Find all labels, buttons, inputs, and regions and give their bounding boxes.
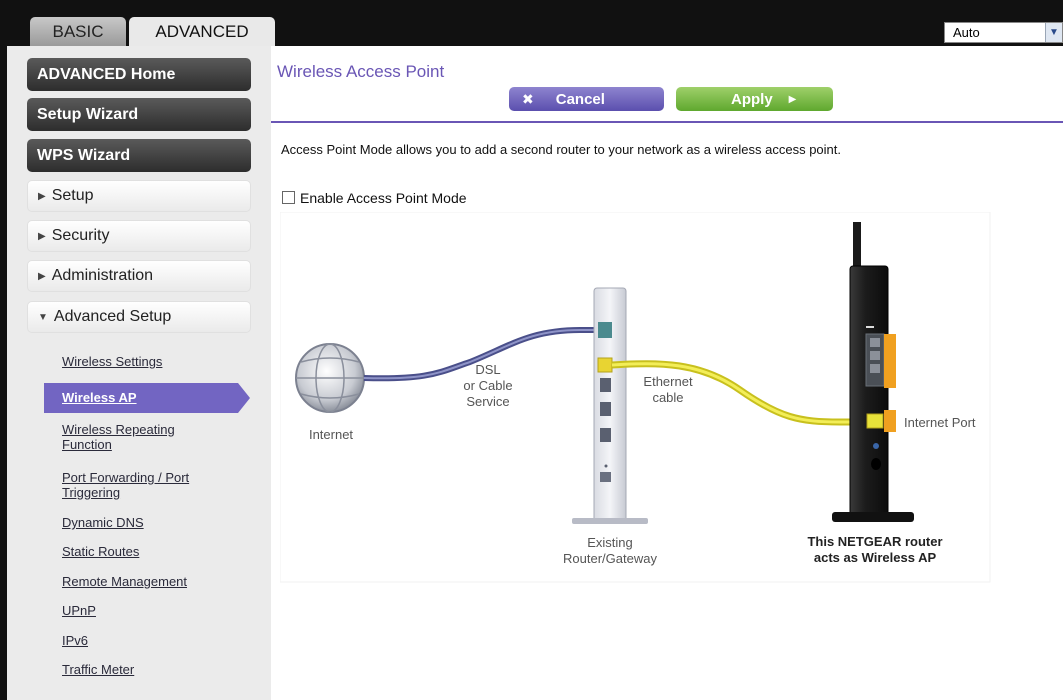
sidebar-section-security[interactable]: ▶ Security [27, 220, 251, 252]
sidebar-section-label: Security [51, 227, 110, 244]
sidebar-item-ipv6[interactable]: IPv6 [62, 633, 88, 648]
sidebar-item-port-forwarding[interactable]: Port Forwarding / Port Triggering [62, 470, 222, 500]
sidebar-item-label: Wireless AP [62, 390, 137, 405]
internet-label: Internet [308, 427, 354, 442]
existing-router-label-1: Existing [587, 535, 633, 550]
sidebar-advanced-home[interactable]: ADVANCED Home [27, 58, 251, 91]
existing-router-label-2: Router/Gateway [563, 551, 657, 566]
netgear-router-label-1: This NETGEAR router [807, 534, 943, 549]
arrow-right-icon: ▶ [788, 93, 797, 105]
sidebar-item-traffic-meter[interactable]: Traffic Meter [62, 662, 134, 677]
sidebar-item-dynamic-dns[interactable]: Dynamic DNS [62, 515, 144, 530]
enable-access-point-checkbox[interactable] [282, 191, 295, 204]
dsl-label-2: or Cable [463, 378, 513, 393]
caret-right-icon: ▶ [38, 230, 46, 242]
dsl-label-3: Service [466, 394, 510, 409]
ethernet-label-1: Ethernet [643, 374, 693, 389]
cancel-button[interactable]: ✖ Cancel [509, 87, 664, 111]
cancel-button-label: Cancel [555, 90, 605, 108]
netgear-router-label-2: acts as Wireless AP [813, 550, 937, 565]
tab-basic[interactable]: BASIC [30, 17, 126, 46]
sidebar-item-wireless-settings[interactable]: Wireless Settings [62, 354, 162, 369]
top-bar: BASIC ADVANCED Auto ▼ [0, 0, 1063, 46]
sidebar-item-wireless-ap[interactable]: Wireless AP [44, 383, 250, 413]
intro-text: Access Point Mode allows you to add a se… [281, 142, 842, 157]
caret-right-icon: ▶ [38, 190, 46, 202]
language-select-value: Auto [953, 25, 980, 40]
page-title: Wireless Access Point [277, 62, 445, 81]
sidebar-setup-wizard[interactable]: Setup Wizard [27, 98, 251, 131]
header-divider [271, 121, 1063, 123]
sidebar-item-upnp[interactable]: UPnP [62, 603, 96, 618]
apply-button-label: Apply [731, 90, 773, 108]
caret-down-icon: ▼ [38, 311, 48, 323]
sidebar-section-label: Advanced Setup [53, 308, 172, 325]
ethernet-label-2: cable [652, 390, 684, 405]
sidebar-wps-wizard[interactable]: WPS Wizard [27, 139, 251, 172]
sidebar-section-label: Administration [51, 267, 154, 284]
chevron-down-icon[interactable]: ▼ [1045, 23, 1062, 42]
tab-advanced[interactable]: ADVANCED [129, 17, 275, 46]
language-select[interactable]: Auto ▼ [944, 22, 1063, 43]
sidebar-section-administration[interactable]: ▶ Administration [27, 260, 251, 292]
sidebar-item-wireless-repeating[interactable]: Wireless Repeating Function [62, 422, 222, 452]
sidebar: ADVANCED Home Setup Wizard WPS Wizard ▶ … [0, 46, 271, 700]
network-diagram: Internet DSL or Cable Service Ethernet c… [279, 211, 1063, 587]
sidebar-section-label: Setup [51, 187, 94, 204]
internet-port-label: Internet Port [904, 415, 976, 430]
dsl-label-1: DSL [475, 362, 501, 377]
close-icon: ✖ [522, 90, 534, 107]
apply-button[interactable]: Apply ▶ [676, 87, 833, 111]
enable-access-point-label[interactable]: Enable Access Point Mode [300, 190, 467, 206]
sidebar-edge [0, 46, 7, 700]
sidebar-section-advanced-setup[interactable]: ▼ Advanced Setup [27, 301, 251, 333]
globe-icon [295, 343, 365, 413]
sidebar-item-remote-management[interactable]: Remote Management [62, 574, 187, 589]
caret-right-icon: ▶ [38, 270, 46, 282]
sidebar-item-static-routes[interactable]: Static Routes [62, 544, 139, 559]
sidebar-section-setup[interactable]: ▶ Setup [27, 180, 251, 212]
